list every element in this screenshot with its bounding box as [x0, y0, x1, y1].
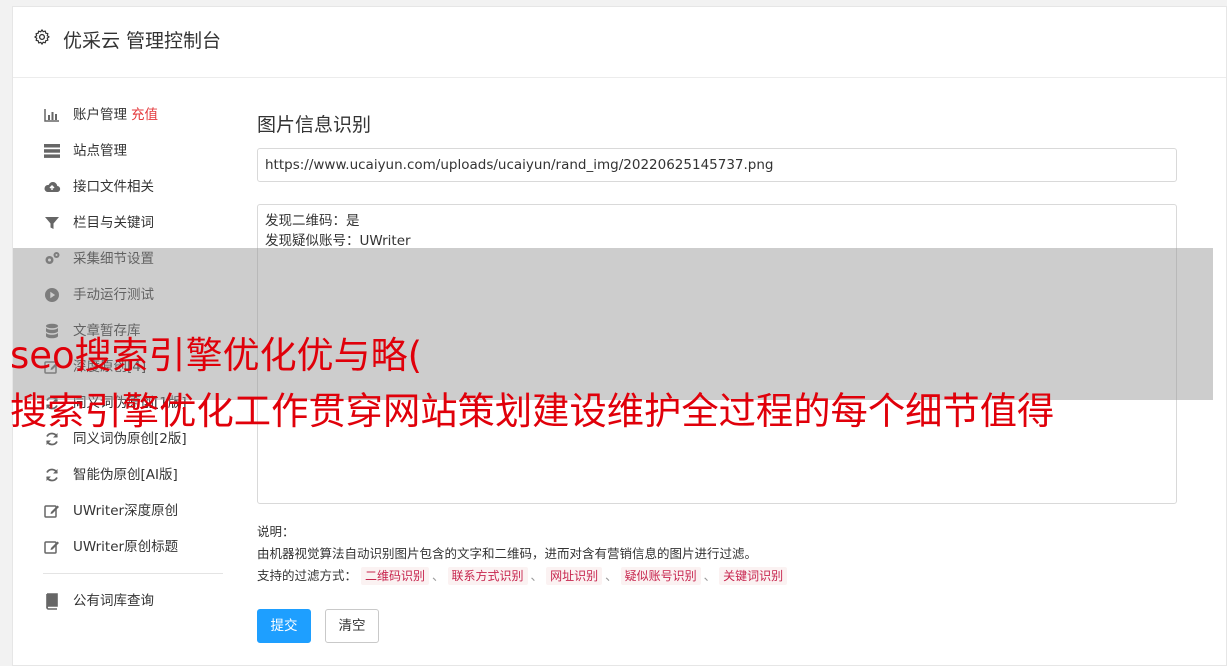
cloud-upload-icon [44, 182, 61, 193]
result-line: 发现二维码：是 [265, 213, 360, 229]
filter-icon [45, 217, 59, 229]
description-label: 说明： [257, 524, 295, 539]
submit-button[interactable]: 提交 [257, 609, 311, 643]
sidebar-item-uwriter-title[interactable]: UWriter原创标题 [43, 529, 223, 565]
sidebar-item-label: 栏目与关键词 [73, 215, 154, 231]
console-title: 优采云 管理控制台 [63, 30, 222, 52]
overlay-subheadline: 搜索引擎优化工作贯穿网站策划建设维护全过程的每个细节值得 [10, 389, 1055, 433]
page-header: 优采云 管理控制台 [13, 7, 1226, 78]
clear-button[interactable]: 清空 [325, 609, 379, 643]
sidebar-item-columns-keywords[interactable]: 栏目与关键词 [43, 205, 223, 241]
sidebar-item-uwriter-original[interactable]: UWriter深度原创 [43, 493, 223, 529]
refresh-icon [46, 468, 58, 482]
sidebar-item-label: 站点管理 [73, 143, 127, 159]
sidebar-item-label: 智能伪原创[AI版] [73, 467, 178, 483]
sidebar-item-sites[interactable]: 站点管理 [43, 133, 223, 169]
filter-tag: 疑似账号识别 [620, 567, 701, 585]
overlay-headline: seo搜索引擎优化优与略( [10, 334, 423, 377]
sidebar-item-api-files[interactable]: 接口文件相关 [43, 169, 223, 205]
sidebar-item-public-lexicon[interactable]: 公有词库查询 [43, 583, 223, 619]
image-url-input[interactable] [257, 148, 1177, 182]
filter-separator: 、 [605, 568, 618, 583]
filter-separator: 、 [432, 568, 445, 583]
server-icon [44, 144, 60, 158]
sidebar-item-label: UWriter深度原创 [73, 503, 179, 519]
description-text: 由机器视觉算法自动识别图片包含的文字和二维码，进而对含有营销信息的图片进行过滤。 [257, 546, 758, 561]
book-icon [46, 593, 58, 610]
edit-icon [44, 541, 59, 554]
page-title: 图片信息识别 [257, 114, 372, 136]
gear-icon [34, 29, 50, 45]
sidebar-item-label: 接口文件相关 [73, 179, 154, 195]
filter-tag: 网址识别 [546, 567, 603, 585]
filter-separator: 、 [703, 568, 717, 583]
sidebar-item-ai-original[interactable]: 智能伪原创[AI版] [43, 457, 223, 493]
filter-separator: 、 [530, 568, 544, 583]
filter-methods: 支持的过滤方式： 二维码识别、联系方式识别、网址识别、疑似账号识别、关键词识别 [257, 565, 788, 587]
recharge-link[interactable]: 充值 [131, 107, 158, 123]
sidebar-divider [43, 573, 223, 574]
sidebar-item-label: 账户管理 [73, 107, 127, 123]
filter-tag: 联系方式识别 [447, 567, 528, 585]
sidebar-item-label: 公有词库查询 [73, 593, 154, 609]
filter-label: 支持的过滤方式： [257, 568, 358, 583]
sidebar-item-label: UWriter原创标题 [73, 539, 179, 555]
filter-tag: 关键词识别 [719, 567, 788, 585]
bar-chart-icon [44, 109, 59, 122]
sidebar-item-account[interactable]: 账户管理 充值 [43, 97, 223, 133]
filter-tag: 二维码识别 [361, 567, 430, 585]
edit-icon [44, 505, 59, 518]
description: 说明： 由机器视觉算法自动识别图片包含的文字和二维码，进而对含有营销信息的图片进… [257, 521, 788, 587]
